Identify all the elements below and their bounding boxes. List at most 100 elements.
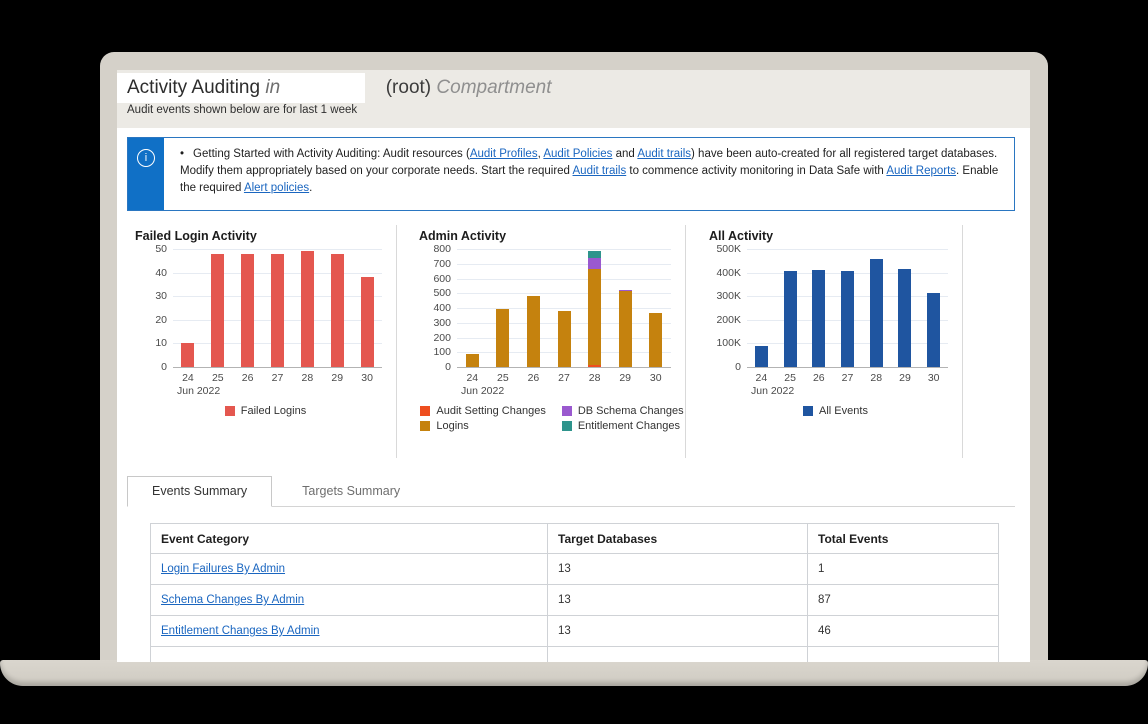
tab-events-summary[interactable]: Events Summary bbox=[127, 476, 272, 507]
bars bbox=[173, 250, 382, 367]
laptop-screen: Activity Auditing in (root) Compartment … bbox=[117, 70, 1030, 662]
legend-swatch bbox=[420, 406, 430, 416]
chart-plot-area: 01020304050 bbox=[135, 250, 396, 368]
banner-link-audit-reports[interactable]: Audit Reports bbox=[886, 165, 956, 177]
banner-link-audit-profiles[interactable]: Audit Profiles bbox=[470, 148, 538, 160]
x-tick-label: 27 bbox=[263, 372, 293, 384]
x-tick-label: 29 bbox=[891, 372, 920, 384]
bar-27 bbox=[841, 271, 854, 367]
bars bbox=[457, 250, 671, 367]
y-tick-label: 40 bbox=[155, 267, 167, 279]
banner-text-segment: and bbox=[612, 148, 637, 160]
bar-slot bbox=[203, 250, 233, 367]
banner-link-audit-policies[interactable]: Audit Policies bbox=[543, 148, 612, 160]
bar-segment-failed-logins bbox=[331, 254, 344, 367]
cell-total-events: 87 bbox=[808, 585, 999, 616]
bar-segment-logins bbox=[558, 311, 571, 367]
x-tick-label: 26 bbox=[804, 372, 833, 384]
y-tick-label: 10 bbox=[155, 337, 167, 349]
bar-segment-logins bbox=[496, 309, 509, 367]
page-header: Activity Auditing in (root) Compartment … bbox=[117, 70, 1030, 128]
event-category-link[interactable]: Schema Changes By Admin bbox=[161, 594, 304, 606]
bar-30 bbox=[927, 293, 940, 367]
bar-slot bbox=[747, 250, 776, 367]
bar-slot bbox=[804, 250, 833, 367]
bar-24 bbox=[181, 343, 194, 367]
x-tick-label: 28 bbox=[292, 372, 322, 384]
legend: All Events bbox=[709, 405, 962, 417]
legend-items: Failed Logins bbox=[225, 405, 306, 417]
bar-slot bbox=[263, 250, 293, 367]
bar-segment-all-events bbox=[812, 270, 825, 367]
bar-29 bbox=[898, 269, 911, 367]
x-tick-label: 28 bbox=[862, 372, 891, 384]
x-tick-label: 24 bbox=[173, 372, 203, 384]
legend-swatch bbox=[225, 406, 235, 416]
info-banner-accent: i bbox=[128, 138, 164, 210]
bar-segment-logins bbox=[649, 313, 662, 367]
page-title-main: Activity Auditing bbox=[127, 77, 260, 98]
legend: Audit Setting ChangesDB Schema ChangesLo… bbox=[419, 405, 685, 432]
cell-target-databases: 13 bbox=[548, 554, 808, 585]
x-tick-label: 30 bbox=[640, 372, 671, 384]
bar-segment-failed-logins bbox=[301, 251, 314, 367]
legend-item: Entitlement Changes bbox=[562, 420, 684, 432]
bar-28 bbox=[301, 251, 314, 367]
bar-26 bbox=[812, 270, 825, 367]
event-category-link[interactable]: Entitlement Changes By Admin bbox=[161, 625, 320, 637]
event-category-link[interactable]: Login Failures By Admin bbox=[161, 563, 285, 575]
chart-plot-area: 0100200300400500600700800 bbox=[419, 250, 685, 368]
bar-slot bbox=[776, 250, 805, 367]
banner-link-audit-trails[interactable]: Audit trails bbox=[637, 148, 691, 160]
bar-27 bbox=[558, 311, 571, 367]
legend-item: Failed Logins bbox=[225, 405, 306, 417]
col-header-event-category: Event Category bbox=[151, 524, 548, 554]
cell-target-databases: 13 bbox=[548, 616, 808, 647]
legend-item: Audit Setting Changes bbox=[420, 405, 545, 417]
bar-segment-failed-logins bbox=[211, 254, 224, 367]
y-tick-label: 800 bbox=[433, 243, 451, 255]
bar-slot bbox=[862, 250, 891, 367]
bar-28 bbox=[870, 259, 883, 367]
tab-targets-summary[interactable]: Targets Summary bbox=[272, 477, 430, 506]
bar-29 bbox=[619, 290, 632, 367]
bar-slot bbox=[352, 250, 382, 367]
cell-event-category: Entitlement Changes By Admin bbox=[151, 616, 548, 647]
bar-slot bbox=[173, 250, 203, 367]
x-axis-labels: 24252627282930 bbox=[457, 372, 671, 384]
banner-link-alert-policies[interactable]: Alert policies bbox=[244, 182, 309, 194]
legend-item: All Events bbox=[803, 405, 868, 417]
bar-segment-all-events bbox=[870, 259, 883, 367]
legend-item: Logins bbox=[420, 420, 545, 432]
bar-slot bbox=[610, 250, 641, 367]
y-tick-label: 200 bbox=[433, 332, 451, 344]
y-tick-label: 0 bbox=[161, 361, 167, 373]
y-tick-label: 200K bbox=[716, 314, 741, 326]
x-tick-label: 25 bbox=[203, 372, 233, 384]
y-tick-label: 400 bbox=[433, 302, 451, 314]
bar-30 bbox=[361, 277, 374, 367]
bar-24 bbox=[466, 354, 479, 367]
cell-event-category: Schema Changes By Admin bbox=[151, 585, 548, 616]
bar-24 bbox=[755, 346, 768, 367]
bar-slot bbox=[457, 250, 488, 367]
banner-link-audit-trails[interactable]: Audit trails bbox=[573, 165, 627, 177]
x-tick-label: 25 bbox=[776, 372, 805, 384]
chart-title: All Activity bbox=[709, 228, 962, 244]
bar-25 bbox=[784, 271, 797, 367]
cell-total-events: 1 bbox=[808, 554, 999, 585]
chart-admin-activity: Admin Activity01002003004005006007008002… bbox=[397, 225, 686, 458]
page-title: Activity Auditing in (root) Compartment bbox=[117, 70, 1030, 99]
x-axis-line bbox=[173, 367, 382, 368]
chart-all-activity: All Activity0100K200K300K400K500K2425262… bbox=[686, 225, 963, 458]
bar-segment-all-events bbox=[927, 293, 940, 367]
bar-slot bbox=[549, 250, 580, 367]
bar-28 bbox=[588, 251, 601, 367]
bar-27 bbox=[271, 254, 284, 367]
y-tick-label: 300K bbox=[716, 290, 741, 302]
bar-26 bbox=[241, 254, 254, 367]
x-axis-labels: 24252627282930 bbox=[747, 372, 948, 384]
x-axis-line bbox=[747, 367, 948, 368]
table-row-partial bbox=[151, 647, 999, 663]
legend-swatch bbox=[803, 406, 813, 416]
